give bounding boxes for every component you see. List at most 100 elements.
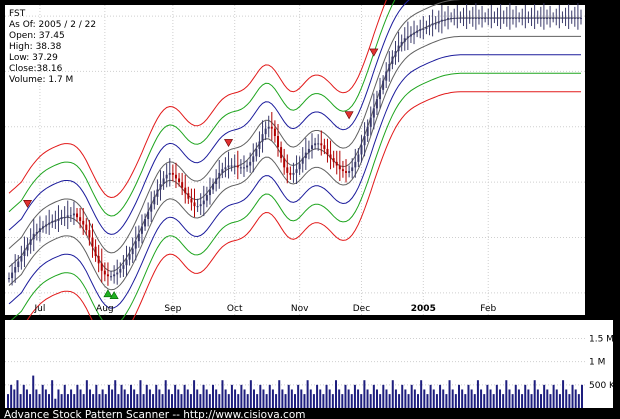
- candle-body: [258, 141, 261, 149]
- candle-body: [255, 148, 258, 157]
- volume-bar: [319, 389, 322, 408]
- volume-bar: [574, 389, 577, 408]
- x-tick-label: Dec: [353, 304, 370, 314]
- volume-bar: [577, 394, 580, 408]
- candle-body: [72, 213, 75, 216]
- volume-bar: [303, 394, 306, 408]
- volume-bar: [256, 394, 259, 408]
- price-tick-label: 39: [594, 12, 606, 22]
- candle-body: [283, 158, 286, 168]
- volume-bar: [385, 389, 388, 408]
- candle-body: [295, 169, 298, 173]
- candle-body: [48, 222, 51, 225]
- volume-bar: [353, 384, 356, 408]
- volume-bar: [215, 389, 218, 408]
- candle-body: [515, 17, 518, 19]
- volume-bar: [221, 380, 224, 408]
- volume-bar: [429, 384, 432, 408]
- candle-body: [88, 230, 91, 238]
- volume-bar: [451, 389, 454, 408]
- volume-bar: [60, 394, 63, 408]
- candle-body: [499, 17, 502, 19]
- candle-body: [264, 128, 267, 135]
- x-tick-label: Nov: [291, 304, 309, 314]
- candle-body: [413, 32, 416, 35]
- volume-bar: [417, 394, 419, 408]
- candle-body: [493, 17, 496, 19]
- candle-body: [496, 17, 499, 19]
- volume-bar: [66, 394, 69, 408]
- volume-bar: [89, 389, 91, 408]
- candle-body: [440, 19, 443, 22]
- volume-bar: [404, 389, 407, 408]
- volume-bar: [158, 389, 161, 408]
- volume-bar: [322, 394, 325, 408]
- candle-body: [26, 244, 29, 251]
- footer-credit: Advance Stock Pattern Scanner -- http://…: [4, 409, 305, 419]
- volume-bar: [555, 389, 558, 408]
- candle-body: [580, 17, 582, 19]
- volume-bar: [218, 394, 221, 408]
- candle-body: [196, 206, 199, 208]
- volume-bar: [253, 389, 255, 408]
- volume-bar: [161, 394, 164, 408]
- volume-bar: [568, 394, 571, 408]
- price-tick-label: 33: [594, 123, 605, 133]
- info-high: High: 38.38: [9, 42, 62, 52]
- volume-bar: [237, 394, 240, 408]
- volume-bar: [123, 389, 126, 408]
- info-close: Close:38.16: [9, 64, 63, 74]
- candle-body: [280, 147, 283, 159]
- candle-body: [224, 167, 227, 170]
- volume-bar: [467, 384, 470, 408]
- volume-bar: [174, 384, 177, 408]
- candle-body: [530, 17, 533, 19]
- candle-body: [79, 217, 82, 221]
- volume-bar: [297, 384, 300, 408]
- volume-bar: [562, 380, 565, 408]
- candle-body: [162, 178, 165, 184]
- volume-bar: [394, 389, 397, 408]
- volume-bar: [268, 384, 271, 408]
- candle-body: [425, 27, 428, 29]
- candle-body: [134, 241, 137, 249]
- candle-body: [552, 17, 555, 19]
- volume-bar: [458, 384, 460, 408]
- candle-body: [490, 17, 493, 19]
- volume-bar: [344, 384, 347, 408]
- candle-body: [97, 255, 100, 264]
- candle-body: [242, 167, 245, 169]
- volume-bar: [227, 394, 230, 408]
- volume-bar: [517, 389, 520, 408]
- candle-body: [103, 270, 106, 275]
- volume-bar: [549, 394, 552, 408]
- volume-bar: [73, 394, 76, 408]
- candle-body: [11, 272, 14, 279]
- volume-bar: [473, 394, 476, 408]
- candle-body: [181, 182, 184, 188]
- volume-bar: [290, 389, 293, 408]
- volume-bar: [10, 384, 13, 408]
- volume-bar: [193, 380, 196, 408]
- volume-bar: [391, 380, 394, 408]
- volume-bar: [505, 380, 508, 408]
- x-tick-label: 2005: [411, 304, 436, 314]
- candle-body: [542, 17, 545, 19]
- candle-body: [471, 17, 474, 19]
- candle-body: [477, 17, 480, 19]
- candle-body: [555, 17, 558, 19]
- candle-body: [187, 193, 190, 199]
- volume-bar: [476, 380, 479, 408]
- candle-body: [379, 89, 382, 100]
- candle-body: [511, 17, 514, 19]
- candle-body: [190, 198, 193, 203]
- volume-bar: [148, 389, 151, 408]
- volume-bar: [470, 389, 473, 408]
- info-volume: Volume: 1.7 M: [9, 75, 73, 85]
- price-panel: [5, 5, 585, 315]
- candle-body: [20, 255, 23, 262]
- volume-bar: [114, 380, 117, 408]
- volume-bar: [54, 398, 57, 408]
- candle-body: [230, 165, 233, 167]
- volume-bar: [558, 394, 561, 408]
